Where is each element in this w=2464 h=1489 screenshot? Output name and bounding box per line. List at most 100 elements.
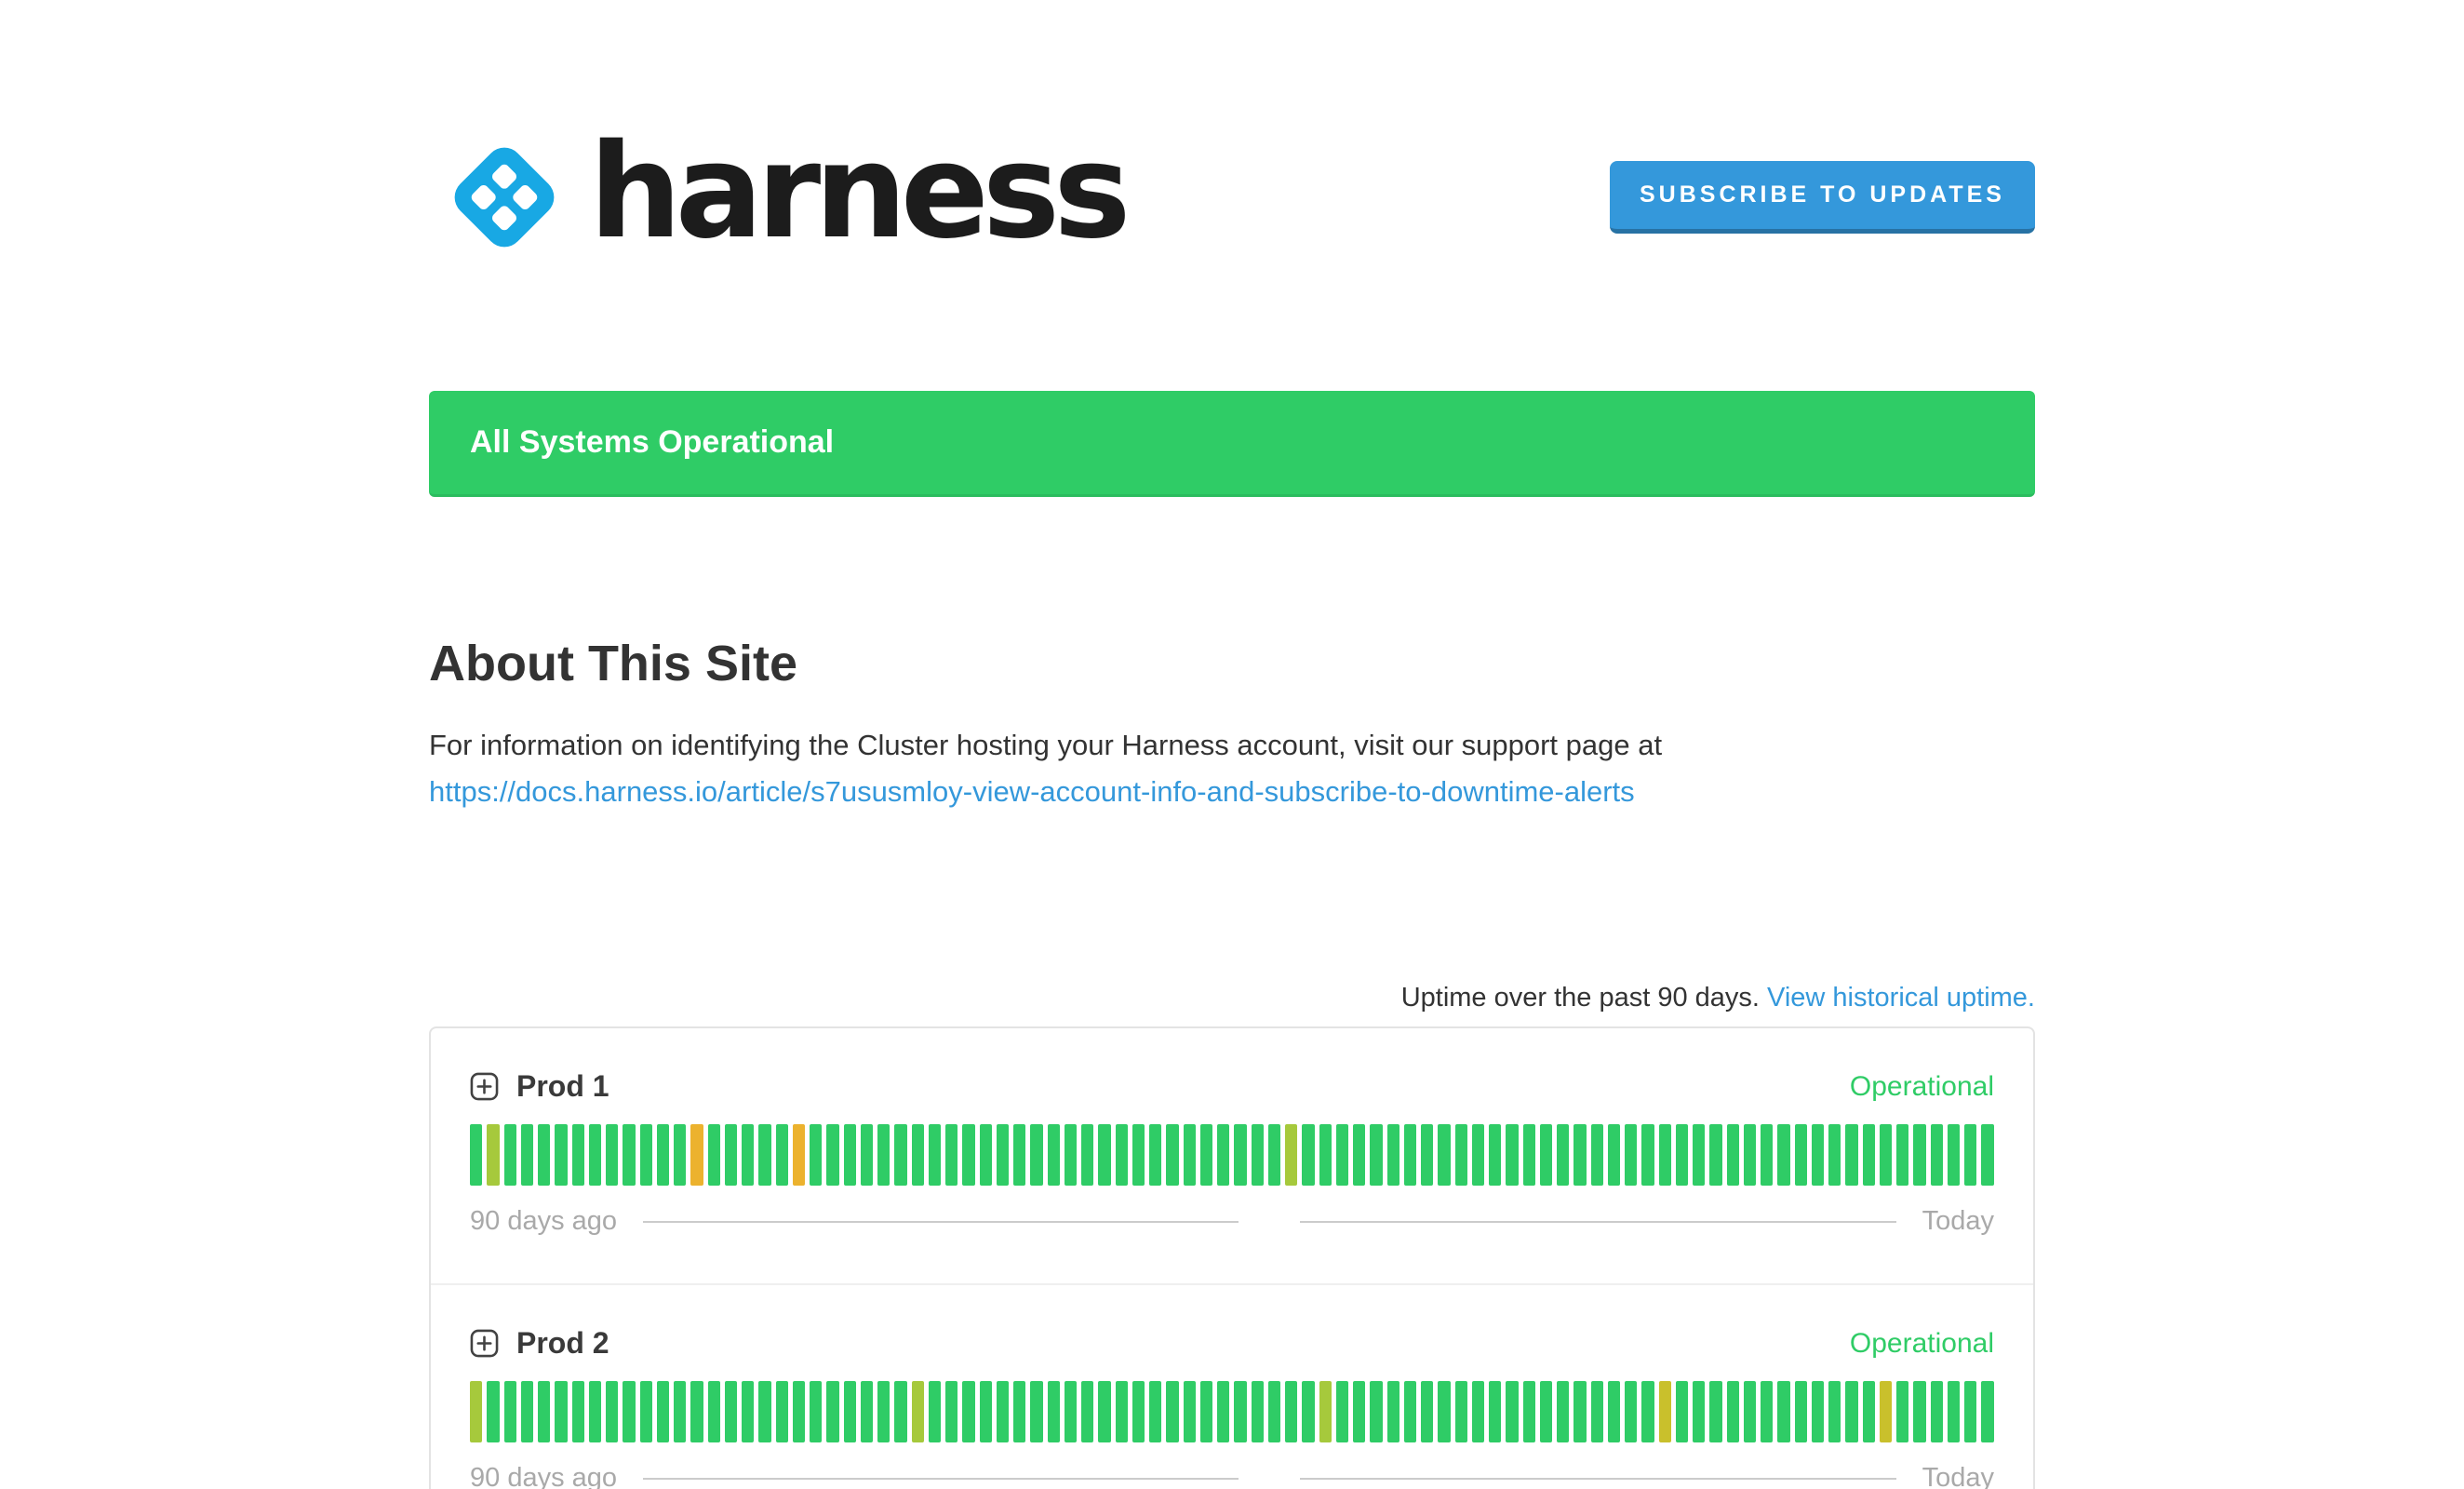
uptime-day-bar[interactable] bbox=[894, 1124, 906, 1186]
uptime-day-bar[interactable] bbox=[504, 1381, 516, 1442]
uptime-day-bar[interactable] bbox=[1795, 1381, 1807, 1442]
uptime-day-bar[interactable] bbox=[1573, 1124, 1586, 1186]
uptime-day-bar[interactable] bbox=[962, 1124, 974, 1186]
uptime-day-bar[interactable] bbox=[1896, 1124, 1908, 1186]
uptime-day-bar[interactable] bbox=[1591, 1381, 1603, 1442]
uptime-day-bar[interactable] bbox=[1234, 1381, 1246, 1442]
uptime-day-bar[interactable] bbox=[1302, 1381, 1314, 1442]
uptime-day-bar[interactable] bbox=[1217, 1124, 1229, 1186]
uptime-day-bar[interactable] bbox=[623, 1381, 635, 1442]
uptime-day-bar[interactable] bbox=[1336, 1381, 1348, 1442]
uptime-day-bar[interactable] bbox=[1777, 1381, 1789, 1442]
uptime-day-bar[interactable] bbox=[1268, 1124, 1280, 1186]
uptime-day-bar[interactable] bbox=[1319, 1381, 1332, 1442]
uptime-day-bar[interactable] bbox=[1828, 1124, 1841, 1186]
uptime-day-bar[interactable] bbox=[555, 1124, 567, 1186]
uptime-day-bar[interactable] bbox=[1387, 1124, 1399, 1186]
uptime-day-bar[interactable] bbox=[1931, 1381, 1943, 1442]
uptime-day-bar[interactable] bbox=[1744, 1381, 1756, 1442]
uptime-day-bar[interactable] bbox=[1455, 1381, 1467, 1442]
uptime-day-bar[interactable] bbox=[1981, 1381, 1993, 1442]
uptime-day-bar[interactable] bbox=[521, 1381, 533, 1442]
expand-plus-icon[interactable] bbox=[470, 1329, 499, 1358]
uptime-day-bar[interactable] bbox=[742, 1124, 754, 1186]
uptime-day-bar[interactable] bbox=[1353, 1124, 1365, 1186]
uptime-day-bar[interactable] bbox=[1523, 1381, 1535, 1442]
uptime-day-bar[interactable] bbox=[1676, 1124, 1688, 1186]
uptime-day-bar[interactable] bbox=[1659, 1124, 1671, 1186]
uptime-day-bar[interactable] bbox=[1319, 1124, 1332, 1186]
uptime-day-bar[interactable] bbox=[640, 1381, 652, 1442]
uptime-day-bar[interactable] bbox=[470, 1124, 482, 1186]
uptime-day-bar[interactable] bbox=[725, 1124, 737, 1186]
uptime-day-bar[interactable] bbox=[810, 1124, 822, 1186]
uptime-day-bar[interactable] bbox=[1489, 1124, 1501, 1186]
uptime-day-bar[interactable] bbox=[1693, 1124, 1705, 1186]
uptime-day-bar[interactable] bbox=[1761, 1381, 1773, 1442]
uptime-day-bar[interactable] bbox=[640, 1124, 652, 1186]
uptime-day-bar[interactable] bbox=[844, 1124, 856, 1186]
uptime-day-bar[interactable] bbox=[980, 1124, 992, 1186]
uptime-day-bar[interactable] bbox=[504, 1124, 516, 1186]
uptime-day-bar[interactable] bbox=[758, 1381, 770, 1442]
uptime-day-bar[interactable] bbox=[1438, 1124, 1450, 1186]
uptime-day-bar[interactable] bbox=[1098, 1124, 1110, 1186]
uptime-day-bar[interactable] bbox=[1777, 1124, 1789, 1186]
uptime-day-bar[interactable] bbox=[1166, 1381, 1178, 1442]
uptime-day-bar[interactable] bbox=[912, 1124, 924, 1186]
uptime-day-bar[interactable] bbox=[1641, 1381, 1654, 1442]
uptime-day-bar[interactable] bbox=[1744, 1124, 1756, 1186]
uptime-day-bar[interactable] bbox=[1404, 1381, 1416, 1442]
uptime-day-bar[interactable] bbox=[589, 1381, 601, 1442]
uptime-day-bar[interactable] bbox=[674, 1381, 686, 1442]
uptime-day-bar[interactable] bbox=[1727, 1124, 1739, 1186]
uptime-day-bar[interactable] bbox=[1948, 1381, 1960, 1442]
uptime-day-bar[interactable] bbox=[623, 1124, 635, 1186]
uptime-day-bar[interactable] bbox=[708, 1381, 720, 1442]
uptime-day-bar[interactable] bbox=[997, 1381, 1009, 1442]
uptime-day-bar[interactable] bbox=[1964, 1381, 1976, 1442]
uptime-day-bar[interactable] bbox=[1252, 1381, 1264, 1442]
uptime-day-bar[interactable] bbox=[1812, 1124, 1824, 1186]
uptime-day-bar[interactable] bbox=[980, 1381, 992, 1442]
uptime-day-bar[interactable] bbox=[1217, 1381, 1229, 1442]
uptime-day-bar[interactable] bbox=[1812, 1381, 1824, 1442]
uptime-day-bar[interactable] bbox=[1948, 1124, 1960, 1186]
uptime-day-bar[interactable] bbox=[1676, 1381, 1688, 1442]
uptime-day-bar[interactable] bbox=[826, 1381, 838, 1442]
uptime-day-bar[interactable] bbox=[657, 1124, 669, 1186]
uptime-day-bar[interactable] bbox=[929, 1381, 941, 1442]
uptime-day-bar[interactable] bbox=[1081, 1381, 1093, 1442]
uptime-day-bar[interactable] bbox=[572, 1124, 584, 1186]
uptime-day-bar[interactable] bbox=[894, 1381, 906, 1442]
uptime-day-bar[interactable] bbox=[877, 1381, 890, 1442]
uptime-day-bar[interactable] bbox=[1795, 1124, 1807, 1186]
uptime-day-bar[interactable] bbox=[1845, 1124, 1857, 1186]
uptime-day-bar[interactable] bbox=[1166, 1124, 1178, 1186]
uptime-day-bar[interactable] bbox=[1370, 1381, 1382, 1442]
uptime-day-bar[interactable] bbox=[1285, 1124, 1297, 1186]
uptime-day-bar[interactable] bbox=[810, 1381, 822, 1442]
uptime-day-bar[interactable] bbox=[997, 1124, 1009, 1186]
uptime-day-bar[interactable] bbox=[1098, 1381, 1110, 1442]
uptime-day-bar[interactable] bbox=[589, 1124, 601, 1186]
uptime-day-bar[interactable] bbox=[1540, 1124, 1552, 1186]
expand-plus-icon[interactable] bbox=[470, 1072, 499, 1101]
uptime-day-bar[interactable] bbox=[1472, 1124, 1484, 1186]
uptime-day-bar[interactable] bbox=[929, 1124, 941, 1186]
uptime-day-bar[interactable] bbox=[1591, 1124, 1603, 1186]
uptime-day-bar[interactable] bbox=[1252, 1124, 1264, 1186]
uptime-day-bar[interactable] bbox=[606, 1124, 618, 1186]
uptime-day-bar[interactable] bbox=[1421, 1381, 1433, 1442]
uptime-day-bar[interactable] bbox=[1268, 1381, 1280, 1442]
uptime-day-bar[interactable] bbox=[1370, 1124, 1382, 1186]
uptime-day-bar[interactable] bbox=[1149, 1124, 1161, 1186]
uptime-day-bar[interactable] bbox=[1472, 1381, 1484, 1442]
uptime-day-bar[interactable] bbox=[1506, 1381, 1518, 1442]
uptime-day-bar[interactable] bbox=[1489, 1381, 1501, 1442]
uptime-day-bar[interactable] bbox=[1030, 1124, 1042, 1186]
uptime-day-bar[interactable] bbox=[690, 1381, 703, 1442]
uptime-day-bar[interactable] bbox=[1659, 1381, 1671, 1442]
uptime-day-bar[interactable] bbox=[962, 1381, 974, 1442]
uptime-day-bar[interactable] bbox=[776, 1124, 788, 1186]
